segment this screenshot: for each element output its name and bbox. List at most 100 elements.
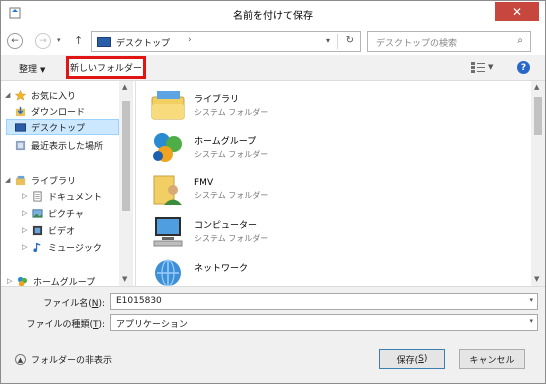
view-options-caret-icon[interactable]: ▼ [488,63,493,71]
video-icon [32,225,43,235]
nav-item-documents[interactable]: ▷ ドキュメント [22,188,102,204]
nav-item-label: ビデオ [48,226,76,237]
item-name: FMV [194,177,214,188]
list-item-network[interactable]: ネットワーク [150,253,249,287]
filename-value: E1015830 [116,296,162,306]
nav-item-favorites[interactable]: ◢ お気に入り [5,87,76,103]
library-folder-icon [151,91,185,120]
nav-item-label: ドキュメント [48,192,103,203]
forward-button[interactable]: → [35,33,51,49]
cancel-label: キャンセル [469,355,515,366]
nav-item-label: お気に入り [31,91,77,102]
collapse-icon: ▲ [15,354,26,365]
nav-item-music[interactable]: ▷ ミュージック [22,239,102,255]
nav-scrollbar[interactable]: ▲ ▼ [119,81,133,286]
address-bar[interactable]: デスクトップ › ▾ ↻ [91,31,361,52]
filetype-dropdown-icon[interactable]: ▾ [529,317,533,325]
nav-item-recent-places[interactable]: 最近表示した場所 [14,137,103,153]
organize-label: 整理 [19,65,38,75]
homegroup-icon [17,276,28,287]
organize-menu[interactable]: 整理 ▼ [19,62,45,75]
documents-icon [33,190,42,202]
breadcrumb-chevron-icon[interactable]: › [188,35,192,45]
nav-item-desktop[interactable]: デスクトップ [6,119,119,135]
file-list-scroll-thumb[interactable] [534,97,542,135]
new-folder-button[interactable]: 新しいフォルダー [66,56,146,79]
window-title: 名前を付けて保存 [233,11,313,22]
close-button[interactable]: ✕ [495,2,539,21]
help-icon[interactable]: ? [517,61,530,74]
scroll-down-arrow-icon[interactable]: ▼ [122,275,127,283]
item-type: システム フォルダー [194,190,269,200]
download-folder-icon [15,106,26,116]
save-form: ファイル名(N): E1015830 ▾ ファイルの種類(T): アプリケーショ… [1,286,545,383]
save-button[interactable]: 保存(S) [379,349,445,369]
nav-item-downloads[interactable]: ダウンロード [14,103,85,119]
nav-scroll-thumb[interactable] [122,101,130,211]
view-options-icon[interactable] [471,62,485,73]
expand-triangle-icon[interactable]: ▷ [22,192,31,200]
library-icon [15,175,26,185]
nav-item-pictures[interactable]: ▷ ピクチャ [22,205,84,221]
nav-item-videos[interactable]: ▷ ビデオ [22,222,75,238]
nav-item-libraries[interactable]: ◢ ライブラリ [5,172,76,188]
network-icon [155,259,181,287]
list-item-computer[interactable]: コンピューター システム フォルダー [150,211,268,251]
filename-label: ファイル名(N): [43,299,105,309]
nav-item-label: ミュージック [48,243,102,254]
expand-triangle-icon[interactable]: ◢ [5,91,14,99]
star-icon [14,89,27,101]
search-placeholder: デスクトップの検索 [376,39,458,49]
search-input[interactable]: デスクトップの検索 ⌕ [367,31,531,52]
scroll-up-arrow-icon[interactable]: ▲ [534,83,539,91]
nav-item-label: ライブラリ [31,176,77,187]
scroll-up-arrow-icon[interactable]: ▲ [122,83,127,91]
music-icon [33,242,41,252]
nav-item-label: デスクトップ [31,123,86,134]
filetype-select[interactable]: アプリケーション ▾ [110,314,538,331]
expand-triangle-icon[interactable]: ▷ [22,243,31,251]
pictures-icon [32,208,43,218]
save-as-dialog: 名前を付けて保存 ✕ ← → ▾ ↑ デスクトップ › ▾ ↻ デスクトップの検… [0,0,546,384]
back-arrow-icon: ← [11,36,19,46]
list-item-homegroup[interactable]: ホームグループ システム フォルダー [150,127,268,167]
address-location[interactable]: デスクトップ [116,36,170,49]
item-name: ライブラリ [194,95,240,105]
computer-icon [153,217,183,247]
expand-triangle-icon[interactable]: ▷ [7,277,16,285]
new-folder-label: 新しいフォルダー [69,64,142,74]
nav-item-label: ピクチャ [48,209,84,220]
desktop-icon [97,37,111,47]
scroll-down-arrow-icon[interactable]: ▼ [534,275,539,283]
hide-folders-label: フォルダーの非表示 [31,356,113,366]
nav-item-label: ダウンロード [31,107,86,118]
refresh-icon[interactable]: ↻ [346,35,354,46]
hide-folders-toggle[interactable]: ▲ フォルダーの非表示 [15,353,112,366]
item-type: システム フォルダー [194,234,269,243]
forward-arrow-icon: → [39,36,47,46]
list-item-fmv[interactable]: FMV システム フォルダー [150,169,268,209]
file-list-scrollbar[interactable]: ▲ ▼ [531,81,545,286]
expand-triangle-icon[interactable]: ▷ [22,209,31,217]
cancel-button[interactable]: キャンセル [459,349,525,369]
list-item-libraries[interactable]: ライブラリ システム フォルダー [150,85,268,125]
up-folder-button[interactable]: ↑ [74,34,83,47]
filetype-value: アプリケーション [116,320,188,330]
item-name: コンピューター [194,221,258,231]
nav-item-label: 最近表示した場所 [31,141,104,152]
recent-places-icon [15,140,26,150]
toolbar: 整理 ▼ 新しいフォルダー ▼ ? [1,55,545,81]
back-button[interactable]: ← [7,33,23,49]
homegroup-icon [153,133,182,162]
recent-locations-dropdown[interactable]: ▾ [57,36,61,44]
filename-field[interactable]: E1015830 ▾ [110,293,538,310]
file-list: ライブラリ システム フォルダー ホームグループ システム フォルダー FMV … [135,81,545,287]
expand-triangle-icon[interactable]: ◢ [5,176,14,184]
title-bar: 名前を付けて保存 ✕ [1,1,545,27]
address-dropdown-icon[interactable]: ▾ [326,36,330,45]
search-icon[interactable]: ⌕ [517,35,523,46]
expand-triangle-icon[interactable]: ▷ [22,226,31,234]
filename-dropdown-icon[interactable]: ▾ [529,296,533,304]
user-folder-icon [153,175,182,205]
item-name: ネットワーク [194,264,249,274]
